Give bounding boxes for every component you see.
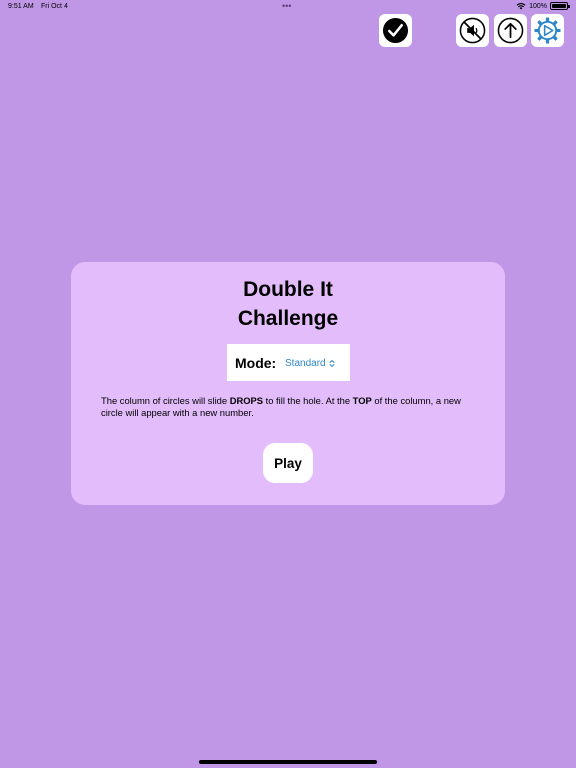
emphasis-drops: DROPS (229, 395, 264, 406)
chevron-up-down-icon (329, 360, 335, 367)
mode-selector: Mode: Standard (227, 344, 350, 381)
share-button[interactable] (494, 14, 527, 47)
play-button[interactable]: Play (263, 443, 313, 483)
wifi-icon (516, 3, 526, 10)
gear-play-icon (534, 17, 561, 44)
multitasking-dots[interactable]: ••• (282, 1, 291, 11)
status-right: 100% (516, 2, 570, 10)
status-time: 9:51 AM (8, 3, 34, 10)
mode-value: Standard (285, 358, 326, 369)
arrow-up-circle-icon (497, 17, 524, 44)
speaker-muted-icon (459, 17, 486, 44)
status-bar: 9:51 AM Fri Oct 4 ••• 100% (0, 0, 576, 14)
title-line-1: Double It (243, 278, 333, 301)
check-button[interactable] (379, 14, 412, 47)
mode-dropdown[interactable]: Standard (285, 358, 335, 369)
settings-button[interactable] (531, 14, 564, 47)
battery-icon (550, 2, 570, 10)
battery-percent: 100% (529, 2, 547, 10)
mute-button[interactable] (456, 14, 489, 47)
emphasis-top: TOP (352, 395, 372, 406)
game-description: The column of circles will slide DROPS t… (101, 395, 461, 418)
challenge-card: Double It Challenge Mode: Standard The c… (71, 262, 505, 505)
title-line-2: Challenge (237, 307, 339, 330)
checkmark-circle-icon (382, 17, 409, 44)
mode-label: Mode: (235, 355, 277, 371)
home-indicator[interactable] (199, 760, 377, 764)
page-title: Double It Challenge (71, 275, 505, 333)
status-date: Fri Oct 4 (41, 3, 68, 10)
